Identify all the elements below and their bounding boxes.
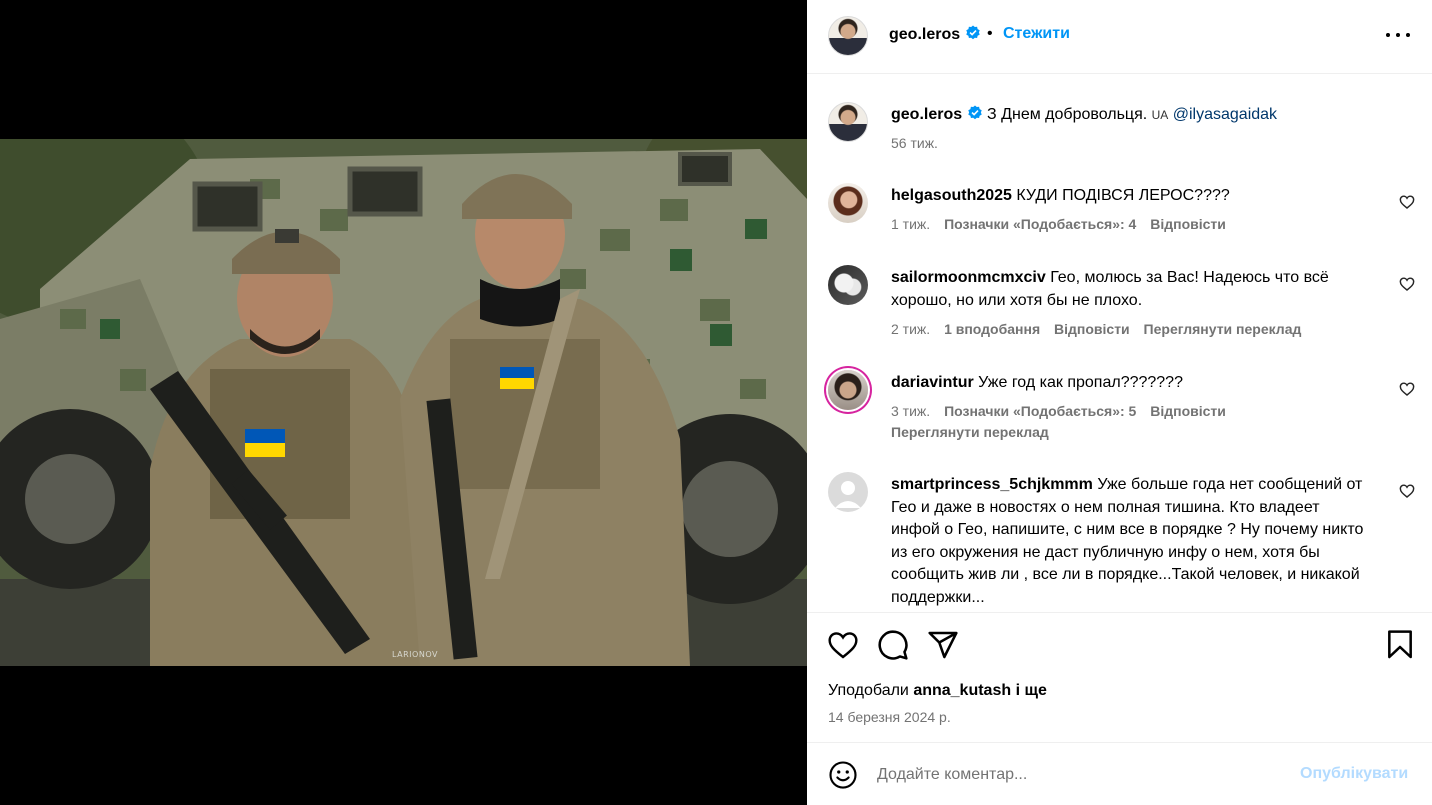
liker-username[interactable]: anna_kutash: [913, 682, 1011, 699]
post-side-panel: geo.leros • Стежити geo.leros З Днем доб…: [807, 0, 1432, 805]
comment-reply-button[interactable]: Відповісти: [1150, 216, 1226, 232]
commenter-avatar-story[interactable]: [828, 370, 868, 410]
comment-translate-button[interactable]: Переглянути переклад: [891, 424, 1049, 440]
bookmark-icon[interactable]: [1384, 629, 1416, 661]
comment-username[interactable]: dariavintur: [891, 374, 974, 391]
comment-text: Уже больше года нет сообщений от Гео и д…: [891, 476, 1364, 606]
comment-username[interactable]: sailormoonmcmxciv: [891, 269, 1046, 286]
comment-like-heart-icon[interactable]: [1399, 483, 1415, 499]
add-comment-bar: Опублікувати: [807, 742, 1432, 805]
more-options-icon[interactable]: [1385, 24, 1411, 46]
comment-like-heart-icon[interactable]: [1399, 381, 1415, 397]
author-avatar[interactable]: [828, 16, 868, 56]
author-username[interactable]: geo.leros: [889, 26, 960, 43]
comment-reply-button[interactable]: Відповісти: [1150, 403, 1226, 419]
comment-reply-button[interactable]: Відповісти: [1054, 321, 1130, 337]
commenter-avatar-default[interactable]: [828, 472, 868, 512]
share-icon[interactable]: [927, 629, 959, 661]
commenter-avatar[interactable]: [828, 183, 868, 223]
caption-author-avatar[interactable]: [828, 102, 868, 142]
comment-likes-count[interactable]: Позначки «Подобається»: 4: [944, 216, 1136, 232]
comment-time[interactable]: 2 тиж.: [891, 321, 930, 337]
photo-watermark: LARIONOV: [392, 650, 438, 659]
comments-list[interactable]: geo.leros З Днем добровольця. UA @ilyasa…: [807, 75, 1432, 611]
comment-text: Уже год как пропал???????: [978, 374, 1183, 391]
comment-like-heart-icon[interactable]: [1399, 276, 1415, 292]
follow-button[interactable]: Стежити: [1003, 25, 1070, 43]
caption-time[interactable]: 56 тиж.: [891, 135, 938, 151]
comment-translate-button[interactable]: Переглянути переклад: [1144, 321, 1302, 337]
heart-icon[interactable]: [827, 629, 859, 661]
comment-time[interactable]: 1 тиж.: [891, 216, 930, 232]
comment-username[interactable]: smartprincess_5chjkmmm: [891, 476, 1093, 493]
caption-mention-link[interactable]: @ilyasagaidak: [1173, 106, 1277, 123]
comment-text: КУДИ ПОДІВСЯ ЛЕРОС????: [1016, 187, 1230, 204]
likes-summary[interactable]: Уподобали anna_kutash і ще: [828, 682, 1047, 700]
post-date[interactable]: 14 березня 2024 р.: [828, 709, 951, 725]
post-photo-illustration: [0, 139, 807, 666]
comment-like-heart-icon[interactable]: [1399, 194, 1415, 210]
emoji-icon[interactable]: [828, 760, 858, 790]
comment-likes-count[interactable]: 1 вподобання: [944, 321, 1040, 337]
comment-username[interactable]: helgasouth2025: [891, 187, 1012, 204]
post-photo[interactable]: LARIONOV: [0, 139, 807, 666]
post-actions: Уподобали anna_kutash і ще 14 березня 20…: [807, 612, 1432, 742]
comment-icon[interactable]: [877, 629, 909, 661]
post-header: geo.leros • Стежити: [807, 0, 1432, 74]
header-separator: •: [987, 25, 993, 42]
publish-button[interactable]: Опублікувати: [1300, 765, 1408, 783]
caption-text: З Днем добровольця.: [987, 106, 1152, 123]
likes-others[interactable]: і ще: [1011, 682, 1047, 699]
author-username-row[interactable]: geo.leros: [889, 25, 981, 44]
verified-badge-icon: [965, 25, 980, 40]
verified-badge-icon: [967, 105, 982, 120]
caption-flag: UA: [1151, 108, 1169, 122]
comment-likes-count[interactable]: Позначки «Подобається»: 5: [944, 403, 1136, 419]
comment-input[interactable]: [877, 761, 1277, 789]
post-media-panel: LARIONOV: [0, 0, 807, 805]
commenter-avatar[interactable]: [828, 265, 868, 305]
likes-prefix: Уподобали: [828, 682, 914, 699]
caption-author-username[interactable]: geo.leros: [891, 106, 962, 123]
comment-time[interactable]: 3 тиж.: [891, 403, 930, 419]
default-user-icon: [835, 481, 861, 508]
